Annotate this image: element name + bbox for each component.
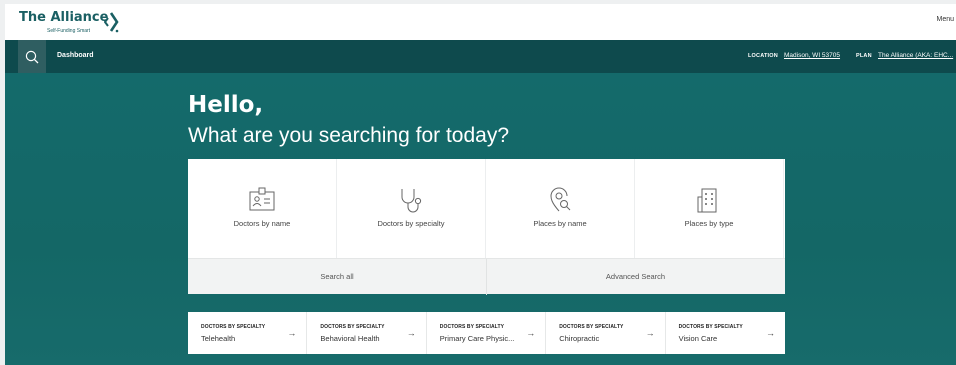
category-label: Places by type	[684, 219, 734, 228]
quick-link-kicker: DOCTORS BY SPECIALTY	[678, 324, 743, 330]
advanced-search-button[interactable]: Advanced Search	[486, 259, 784, 295]
quick-link-chiropractic[interactable]: DOCTORS BY SPECIALTY Chiropractic →	[546, 312, 666, 354]
search-all-button[interactable]: Search all	[188, 259, 486, 295]
quick-link-label: Vision Care	[678, 334, 718, 343]
location-label: LOCATION	[748, 53, 778, 59]
nav-dashboard-link[interactable]: Dashboard	[57, 52, 94, 59]
greeting: Hello,	[188, 92, 264, 118]
arrow-right-icon: →	[526, 328, 536, 338]
search-card: Doctors by name Doctors by specialty Pla…	[188, 159, 785, 295]
quick-link-label: Primary Care Physic...	[439, 334, 515, 343]
category-doctors-by-specialty[interactable]: Doctors by specialty	[337, 159, 486, 258]
arrow-right-icon: →	[406, 328, 416, 338]
alliance-logo-icon	[104, 12, 119, 33]
search-icon	[25, 50, 39, 63]
arrow-right-icon: →	[287, 328, 297, 338]
quick-link-vision-care[interactable]: DOCTORS BY SPECIALTY Vision Care →	[666, 312, 785, 354]
arrow-right-icon: →	[645, 328, 655, 338]
category-label: Places by name	[533, 219, 587, 228]
stethoscope-icon	[401, 189, 422, 213]
category-places-by-name[interactable]: Places by name	[486, 159, 635, 258]
search-actions: Search all Advanced Search	[188, 258, 785, 295]
building-icon	[697, 188, 717, 213]
quick-link-telehealth[interactable]: DOCTORS BY SPECIALTY Telehealth →	[188, 312, 308, 354]
menu-button[interactable]: Menu	[936, 16, 954, 23]
quick-link-label: Telehealth	[201, 334, 236, 343]
map-pin-search-icon	[550, 187, 571, 212]
quick-link-label: Chiropractic	[559, 334, 600, 343]
category-label: Doctors by name	[233, 219, 291, 228]
quick-link-primary-care[interactable]: DOCTORS BY SPECIALTY Primary Care Physic…	[427, 312, 547, 354]
hero-section: Hello, What are you searching for today?…	[5, 73, 956, 365]
category-places-by-type[interactable]: Places by type	[635, 159, 784, 258]
quick-links: DOCTORS BY SPECIALTY Telehealth → DOCTOR…	[188, 312, 785, 354]
plan-label: PLAN	[856, 53, 872, 59]
logo-tagline: Self-Funding Smart	[47, 28, 91, 34]
search-button[interactable]	[18, 40, 46, 73]
quick-link-behavioral-health[interactable]: DOCTORS BY SPECIALTY Behavioral Health →	[307, 312, 427, 354]
category-label: Doctors by specialty	[377, 219, 445, 228]
search-prompt: What are you searching for today?	[188, 124, 510, 147]
quick-link-kicker: DOCTORS BY SPECIALTY	[439, 324, 505, 330]
logo-text: The Alliance	[19, 10, 109, 25]
quick-link-kicker: DOCTORS BY SPECIALTY	[559, 324, 624, 330]
arrow-right-icon: →	[765, 328, 775, 338]
plan-link[interactable]: The Alliance (AKA: EHC...	[878, 52, 953, 59]
nav-bar: Dashboard LOCATION Madison, WI 53705 PLA…	[5, 40, 956, 73]
category-doctors-by-name[interactable]: Doctors by name	[188, 159, 337, 258]
quick-link-kicker: DOCTORS BY SPECIALTY	[320, 324, 385, 330]
quick-link-kicker: DOCTORS BY SPECIALTY	[201, 324, 266, 330]
id-card-icon	[249, 187, 275, 211]
quick-link-label: Behavioral Health	[320, 334, 380, 343]
location-link[interactable]: Madison, WI 53705	[784, 52, 840, 59]
top-header: The Alliance Self-Funding Smart Menu	[5, 4, 956, 40]
